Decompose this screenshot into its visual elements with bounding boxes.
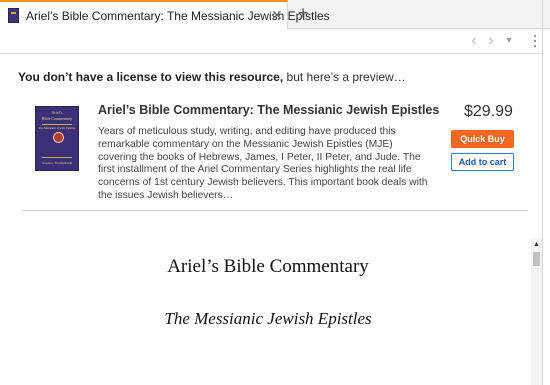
add-to-cart-button[interactable]: Add to cart	[451, 153, 514, 171]
close-icon[interactable]: ✕	[270, 7, 284, 23]
scrollbar-thumb[interactable]	[533, 252, 540, 266]
cover-series: Ariel’s	[51, 110, 63, 115]
kebab-menu-icon[interactable]	[530, 33, 540, 49]
license-notice-rest: but here’s a preview…	[283, 70, 406, 84]
new-tab-button[interactable]: +	[294, 3, 312, 23]
caret-down-icon[interactable]: ▾	[501, 32, 517, 50]
license-notice-bold: You don’t have a license to view this re…	[18, 70, 284, 84]
toolbar: ‹ › ▾	[0, 29, 542, 53]
cover-title: Bible Commentary	[41, 116, 73, 121]
cover-subtitle: The Messianic Jewish Epistles	[38, 126, 76, 130]
toolbar-divider	[0, 53, 542, 54]
seal-icon	[53, 132, 64, 143]
preview-heading: Ariel’s Bible Commentary	[167, 256, 369, 277]
cover-author: Arnold G. Fruchtenbaum	[41, 161, 73, 165]
section-divider	[22, 210, 528, 211]
panel-divider	[542, 0, 543, 385]
book-cover[interactable]: Ariel’s Bible Commentary The Messianic J…	[35, 106, 79, 171]
license-notice: You don’t have a license to view this re…	[18, 70, 406, 84]
cover-rule	[42, 124, 72, 125]
product-title[interactable]: Ariel’s Bible Commentary: The Messianic …	[98, 103, 439, 117]
tab-title: Ariel’s Bible Commentary: The Messianic …	[26, 9, 330, 23]
chevron-right-icon[interactable]: ›	[483, 32, 499, 50]
resource-tab[interactable]: Ariel’s Bible Commentary: The Messianic …	[0, 0, 330, 29]
tab-bar: Ariel’s Bible Commentary: The Messianic …	[0, 0, 550, 29]
product-description: Years of meticulous study, writing, and …	[98, 126, 428, 201]
scroll-up-arrow-icon[interactable]: ▲	[531, 240, 542, 250]
book-icon	[8, 8, 19, 23]
product-price: $29.99	[464, 103, 513, 120]
cover-rule-bottom	[42, 157, 72, 158]
chevron-left-icon[interactable]: ‹	[466, 32, 482, 50]
quick-buy-button[interactable]: Quick Buy	[451, 130, 514, 148]
preview-subheading: The Messianic Jewish Epistles	[164, 309, 372, 328]
